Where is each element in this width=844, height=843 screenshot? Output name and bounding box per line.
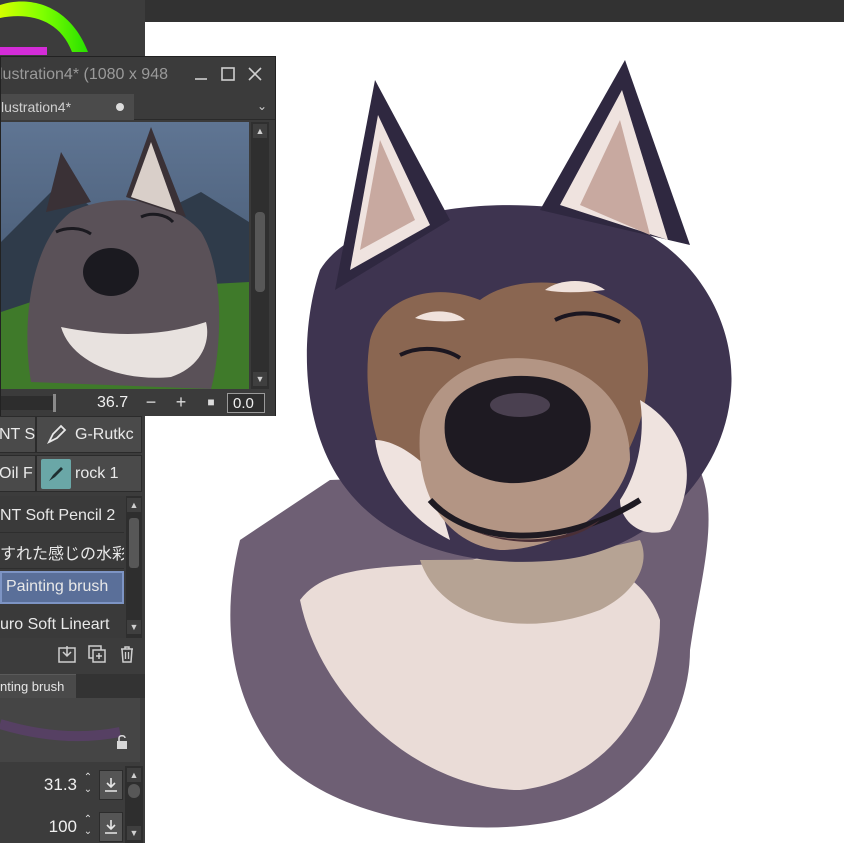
list-item-selected[interactable]: Painting brush xyxy=(0,571,124,604)
scroll-up-icon[interactable]: ▲ xyxy=(127,768,141,782)
brush-actions-bar xyxy=(0,640,145,668)
duplicate-icon[interactable] xyxy=(86,643,108,665)
brush-size-download-icon[interactable] xyxy=(99,770,123,800)
brush-opacity-stepper[interactable]: ⌃ ⌄ xyxy=(81,814,95,840)
navigator-title: lustration4* (1080 x 948 xyxy=(1,65,168,83)
navigator-tab-bar: ⌄ xyxy=(134,94,275,120)
scroll-up-icon[interactable]: ▲ xyxy=(253,124,267,138)
tool-property-scrollbar[interactable]: ▲ ▼ xyxy=(125,766,143,843)
list-item[interactable]: すれた感じの水彩 xyxy=(0,536,124,569)
zoom-in-button[interactable]: + xyxy=(170,391,192,413)
tab-label: lustration4* xyxy=(1,99,72,115)
navigator-controls: 36.7 − + ■ 0.0 xyxy=(1,390,275,416)
brush-opacity-download-icon[interactable] xyxy=(99,812,123,842)
color-wheel-ring[interactable] xyxy=(0,0,145,56)
tool-property-tab[interactable]: nting brush xyxy=(0,674,76,698)
brush-list: NT Soft Pencil 2 すれた感じの水彩 Painting brush… xyxy=(0,496,142,642)
subtool-label: rock 1 xyxy=(75,464,119,482)
subtool-button-1[interactable]: NT S xyxy=(0,416,36,453)
brush-size-stepper[interactable]: ⌃ ⌄ xyxy=(81,772,95,798)
brush-opacity-value[interactable]: 100 xyxy=(49,817,77,837)
brush-size-row: 31.3 ⌃ ⌄ xyxy=(0,766,125,804)
import-icon[interactable] xyxy=(56,643,78,665)
brush-list-scrollbar[interactable]: ▲ ▼ xyxy=(126,496,142,638)
minimize-icon[interactable] xyxy=(191,64,211,84)
navigator-preview[interactable] xyxy=(1,122,249,389)
color-wheel[interactable] xyxy=(0,0,145,56)
brush-item-label: Painting brush xyxy=(6,578,109,595)
brush-item-label: NT Soft Pencil 2 xyxy=(0,507,116,524)
list-item[interactable]: NT Soft Pencil 2 xyxy=(0,500,124,533)
brush-item-label: すれた感じの水彩 xyxy=(0,546,124,563)
scroll-thumb[interactable] xyxy=(255,212,265,292)
subtool-label: Oil F xyxy=(0,464,33,482)
navigator-window: lustration4* (1080 x 948 lustration4* ⌄ xyxy=(0,56,276,416)
scroll-down-icon[interactable]: ▼ xyxy=(253,372,267,386)
subtool-label: G-Rutkc xyxy=(75,425,134,443)
rotation-field[interactable]: 0.0 xyxy=(227,393,265,413)
zoom-value[interactable]: 36.7 xyxy=(97,394,128,412)
navigator-photo xyxy=(1,122,249,389)
subtool-button-g-rutkc[interactable]: G-Rutkc xyxy=(36,416,142,453)
stroke-preview-graphic xyxy=(0,719,121,742)
fit-view-button[interactable]: ■ xyxy=(200,391,222,413)
scroll-thumb[interactable] xyxy=(128,784,140,798)
scroll-thumb[interactable] xyxy=(129,518,139,568)
trash-icon[interactable] xyxy=(116,643,138,665)
pen-nib-icon xyxy=(41,420,71,450)
navigator-scrollbar[interactable]: ▲ ▼ xyxy=(251,122,269,389)
zoom-slider-handle[interactable] xyxy=(53,394,56,412)
brush-opacity-row: 100 ⌃ ⌄ xyxy=(0,808,125,843)
rotation-value: 0.0 xyxy=(233,395,254,412)
close-icon[interactable] xyxy=(245,64,265,84)
unsaved-dot-icon xyxy=(116,103,124,111)
brush-item-label: uro Soft Lineart xyxy=(0,616,110,633)
canvas-top-bar xyxy=(145,0,844,22)
tab-illustration4[interactable]: lustration4* xyxy=(1,94,134,120)
brush-icon xyxy=(41,458,71,489)
brush-stroke-preview xyxy=(0,698,140,762)
zoom-out-button[interactable]: − xyxy=(140,391,162,413)
chevron-down-icon[interactable]: ⌄ xyxy=(257,99,267,113)
scroll-down-icon[interactable]: ▼ xyxy=(127,826,141,840)
tool-property-tabstrip xyxy=(76,674,145,698)
tool-property-tab-label: nting brush xyxy=(0,679,65,694)
lock-icon[interactable] xyxy=(114,734,130,750)
brush-size-value[interactable]: 31.3 xyxy=(44,775,77,795)
scroll-down-icon[interactable]: ▼ xyxy=(127,620,141,634)
subtool-button-oil[interactable]: Oil F xyxy=(0,455,36,492)
subtool-label: NT S xyxy=(0,425,36,443)
maximize-icon[interactable] xyxy=(218,64,238,84)
list-item[interactable]: uro Soft Lineart xyxy=(0,609,124,642)
scroll-up-icon[interactable]: ▲ xyxy=(127,498,141,512)
zoom-slider[interactable] xyxy=(1,396,53,410)
subtool-button-rock[interactable]: rock 1 xyxy=(36,455,142,492)
